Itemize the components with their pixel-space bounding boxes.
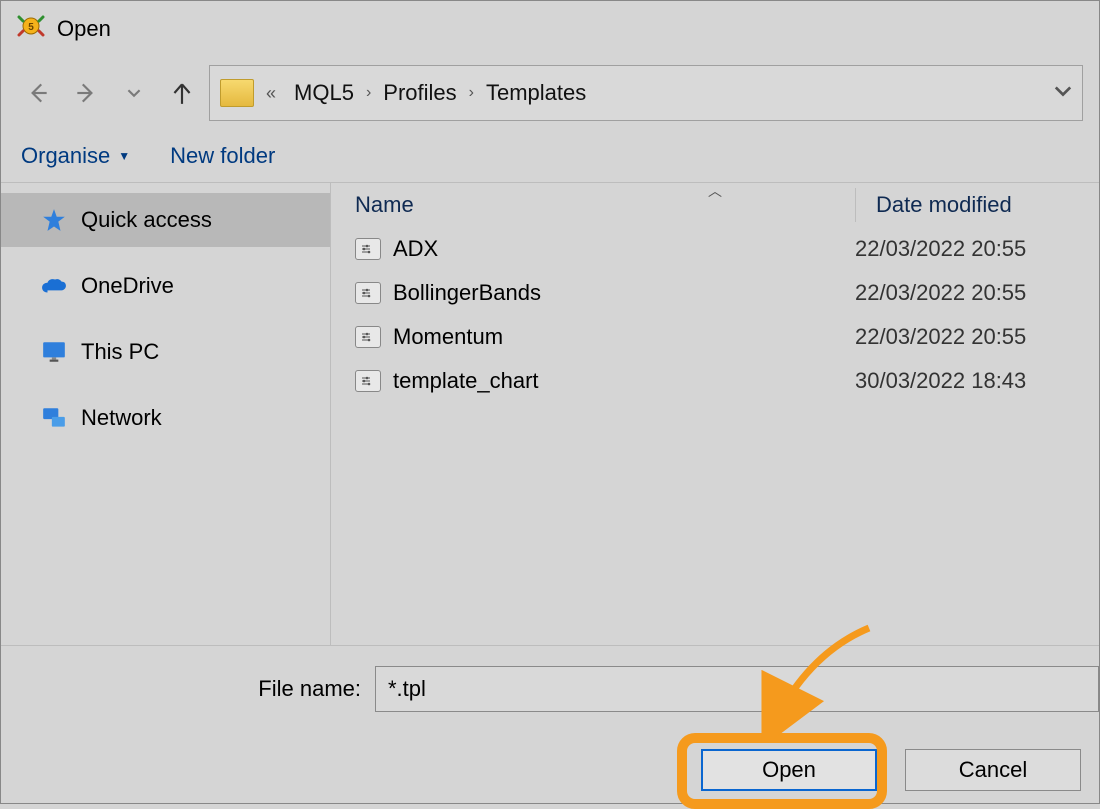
file-date: 22/03/2022 20:55: [855, 324, 1026, 350]
open-button[interactable]: Open: [701, 749, 877, 791]
breadcrumb-item[interactable]: Templates: [478, 80, 594, 106]
path-overflow-icon[interactable]: «: [266, 83, 276, 104]
column-name[interactable]: Name: [355, 192, 855, 218]
nav-row: « MQL5 › Profiles › Templates: [1, 57, 1099, 129]
file-name: BollingerBands: [393, 280, 855, 306]
new-folder-label: New folder: [170, 143, 275, 169]
organise-menu[interactable]: Organise ▼: [21, 143, 130, 169]
dialog-title: Open: [57, 16, 111, 42]
file-date: 30/03/2022 18:43: [855, 368, 1026, 394]
sidebar-label: Network: [81, 405, 162, 431]
bottom-bar: File name: Open Cancel: [1, 645, 1099, 803]
cloud-icon: [41, 273, 67, 299]
column-date[interactable]: Date modified: [876, 192, 1099, 218]
sidebar-label: Quick access: [81, 207, 212, 233]
svg-text:5: 5: [28, 22, 34, 33]
cancel-button[interactable]: Cancel: [905, 749, 1081, 791]
file-name: template_chart: [393, 368, 855, 394]
file-name: ADX: [393, 236, 855, 262]
file-date: 22/03/2022 20:55: [855, 236, 1026, 262]
dialog-buttons: Open Cancel: [701, 749, 1099, 791]
file-pane: ︿ Name Date modified ADX 22/03/2022 20:5…: [331, 183, 1099, 645]
recent-dropdown[interactable]: [113, 72, 155, 114]
app-icon: 5: [17, 15, 45, 43]
network-icon: [41, 405, 67, 431]
tpl-file-icon: [355, 238, 381, 260]
filename-row: File name:: [1, 666, 1099, 712]
file-row[interactable]: BollingerBands 22/03/2022 20:55: [331, 271, 1099, 315]
main-area: Quick access OneDrive This PC: [1, 183, 1099, 645]
new-folder-button[interactable]: New folder: [170, 143, 275, 169]
tpl-file-icon: [355, 370, 381, 392]
sort-indicator-icon: ︿: [708, 181, 722, 201]
monitor-icon: [41, 339, 67, 365]
organise-label: Organise: [21, 143, 110, 169]
file-row[interactable]: template_chart 30/03/2022 18:43: [331, 359, 1099, 403]
sidebar-onedrive[interactable]: OneDrive: [1, 259, 330, 313]
folder-icon: [220, 79, 254, 107]
titlebar: 5 Open: [1, 1, 1099, 57]
address-bar[interactable]: « MQL5 › Profiles › Templates: [209, 65, 1083, 121]
column-separator[interactable]: [855, 188, 856, 222]
chevron-right-icon: ›: [469, 84, 474, 102]
toolbar: Organise ▼ New folder: [1, 129, 1099, 183]
caret-down-icon: ▼: [118, 149, 130, 163]
sidebar-quick-access[interactable]: Quick access: [1, 193, 330, 247]
sidebar-network[interactable]: Network: [1, 391, 330, 445]
up-button[interactable]: [161, 72, 203, 114]
file-date: 22/03/2022 20:55: [855, 280, 1026, 306]
file-row[interactable]: ADX 22/03/2022 20:55: [331, 227, 1099, 271]
forward-button[interactable]: [65, 72, 107, 114]
sidebar-label: This PC: [81, 339, 159, 365]
filename-input[interactable]: [375, 666, 1099, 712]
tpl-file-icon: [355, 282, 381, 304]
back-button[interactable]: [17, 72, 59, 114]
breadcrumb-item[interactable]: Profiles: [375, 80, 464, 106]
sidebar-label: OneDrive: [81, 273, 174, 299]
sidebar-this-pc[interactable]: This PC: [1, 325, 330, 379]
open-dialog: 5 Open « MQL5 › Profiles › Templates: [0, 0, 1100, 804]
tpl-file-icon: [355, 326, 381, 348]
file-name: Momentum: [393, 324, 855, 350]
sidebar: Quick access OneDrive This PC: [1, 183, 331, 645]
star-icon: [41, 207, 67, 233]
breadcrumb-item[interactable]: MQL5: [286, 80, 362, 106]
filename-label: File name:: [181, 676, 361, 702]
chevron-right-icon: ›: [366, 84, 371, 102]
address-dropdown[interactable]: [1054, 82, 1072, 105]
file-row[interactable]: Momentum 22/03/2022 20:55: [331, 315, 1099, 359]
